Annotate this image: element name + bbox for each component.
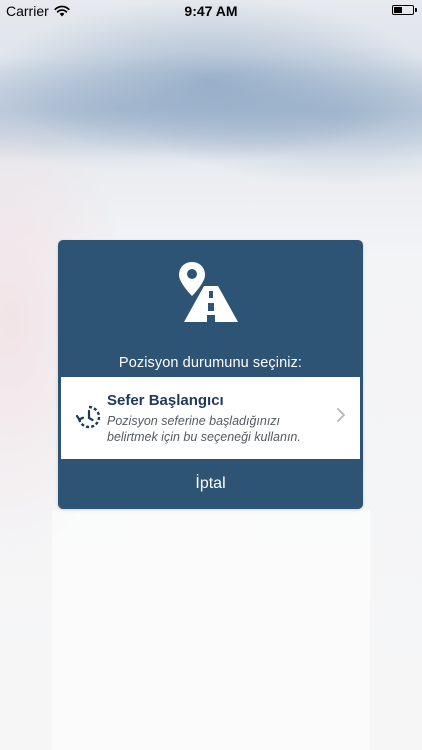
map-pin-road-icon xyxy=(179,262,238,322)
battery-level xyxy=(394,7,402,13)
blurred-background-panel xyxy=(52,510,370,750)
position-status-dialog: Pozisyon durumunu seçiniz: Sefer Başlang… xyxy=(58,240,363,509)
option-title: Sefer Başlangıcı xyxy=(107,392,224,409)
status-bar: Carrier 9:47 AM xyxy=(0,0,422,22)
battery-icon xyxy=(392,5,417,15)
chevron-right-icon xyxy=(337,408,345,422)
voyage-start-icon xyxy=(76,405,101,429)
cancel-button[interactable]: İptal xyxy=(58,459,363,509)
dialog-title: Pozisyon durumunu seçiniz: xyxy=(118,355,303,371)
option-voyage-start[interactable]: Sefer Başlangıcı Pozisyon seferine başla… xyxy=(61,377,360,459)
status-time: 9:47 AM xyxy=(184,3,238,19)
option-description: Pozisyon seferine başladığınızı belirtme… xyxy=(107,414,301,444)
battery-tip xyxy=(415,8,417,12)
